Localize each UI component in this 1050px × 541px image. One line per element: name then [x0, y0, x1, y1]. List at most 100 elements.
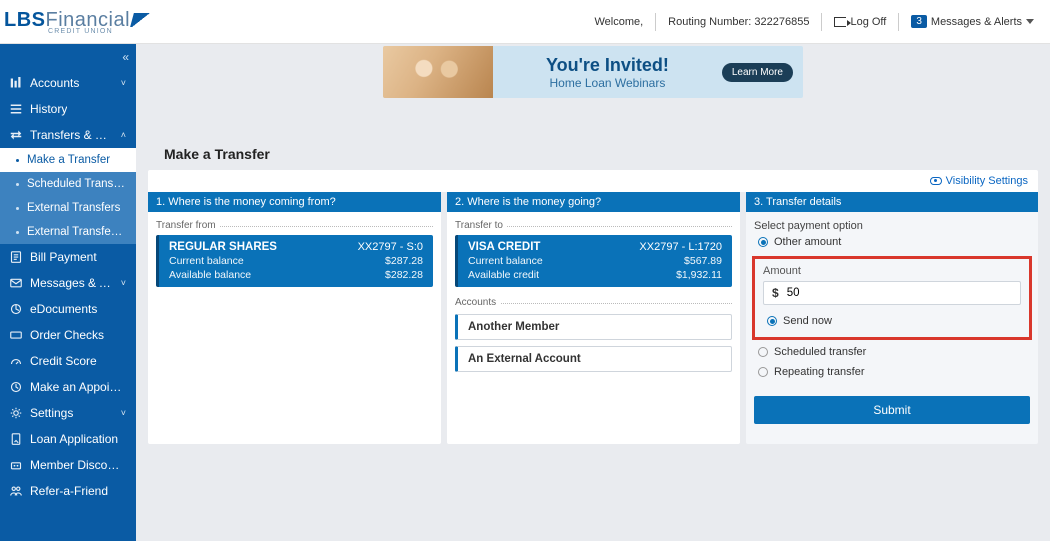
- transfer-to-panel: 2. Where is the money going? Transfer to…: [447, 192, 740, 444]
- amount-highlight-box: Amount $ Send now: [752, 256, 1032, 340]
- panel-header: 1. Where is the money coming from?: [148, 192, 441, 212]
- external-account-option[interactable]: An External Account: [455, 346, 732, 372]
- sidebar-item-make-a-transfer[interactable]: Make a Transfer: [0, 148, 136, 172]
- logoff-button[interactable]: Log Off: [834, 16, 886, 28]
- order-checks-icon: [10, 329, 22, 341]
- sidebar-item-label: Make an Appointment: [30, 380, 126, 394]
- sidebar-item-label: Credit Score: [30, 354, 97, 368]
- sidebar-item-label: Accounts: [30, 76, 79, 90]
- sidebar-item-label: External Transfer Activity: [27, 226, 126, 238]
- logoff-label: Log Off: [850, 16, 886, 28]
- scheduled-transfer-radio[interactable]: Scheduled transfer: [758, 346, 1030, 358]
- main-content: You're Invited! Home Loan Webinars Learn…: [136, 44, 1050, 541]
- sidebar-item-history[interactable]: History: [0, 96, 136, 122]
- sidebar-item-order-checks[interactable]: Order Checks: [0, 322, 136, 348]
- make-an-appointment-icon: [10, 381, 22, 393]
- radio-label: Scheduled transfer: [774, 346, 866, 358]
- other-amount-radio[interactable]: Other amount: [758, 236, 1030, 248]
- divider: [821, 13, 822, 31]
- radio-label: Other amount: [774, 236, 841, 248]
- another-member-option[interactable]: Another Member: [455, 314, 732, 340]
- amount-label: Amount: [763, 265, 1021, 277]
- sidebar-item-label: Order Checks: [30, 328, 104, 342]
- sidebar-item-member-discounts[interactable]: Member Discounts: [0, 452, 136, 478]
- balance-value: $567.89: [684, 255, 722, 267]
- sidebar-item-label: eDocuments: [30, 302, 97, 316]
- credit-value: $1,932.11: [676, 269, 722, 281]
- sidebar-item-edocuments[interactable]: eDocuments: [0, 296, 136, 322]
- sidebar-item-transfers-payments[interactable]: Transfers & Payments˄: [0, 122, 136, 148]
- bullet-icon: [16, 159, 19, 162]
- bullet-icon: [16, 207, 19, 210]
- sidebar-item-messages-alerts[interactable]: Messages & Alerts˅: [0, 270, 136, 296]
- message-count-badge: 3: [911, 15, 927, 28]
- radio-icon: [767, 316, 777, 326]
- learn-more-button[interactable]: Learn More: [722, 63, 793, 82]
- balance-label: Current balance: [468, 255, 543, 267]
- chevron-icon: ˄: [121, 130, 126, 140]
- sidebar-item-external-transfers[interactable]: External Transfers: [0, 196, 136, 220]
- sidebar: « Accounts˅ History Transfers & Payments˄ M…: [0, 44, 136, 541]
- sidebar-item-refer-a-friend[interactable]: Refer-a-Friend: [0, 478, 136, 504]
- radio-icon: [758, 237, 768, 247]
- sidebar-nav: Accounts˅ History Transfers & Payments˄ Mak…: [0, 70, 136, 504]
- logout-icon: [834, 17, 846, 27]
- sidebar-item-label: Member Discounts: [30, 458, 126, 472]
- amount-input-group[interactable]: $: [763, 281, 1021, 305]
- account-tag: XX2797 - L:1720: [639, 241, 722, 253]
- send-now-radio[interactable]: Send now: [767, 315, 1021, 327]
- from-account-card[interactable]: REGULAR SHARES XX2797 - S:0 Current bala…: [156, 235, 433, 287]
- transfer-from-panel: 1. Where is the money coming from? Trans…: [148, 192, 441, 444]
- loan-application-icon: [10, 433, 22, 445]
- sidebar-item-scheduled-transfers[interactable]: Scheduled Transfers: [0, 172, 136, 196]
- eye-icon: [930, 177, 942, 185]
- messages-label: Messages & Alerts: [931, 16, 1022, 28]
- sidebar-item-make-an-appointment[interactable]: Make an Appointment: [0, 374, 136, 400]
- available-value: $282.28: [385, 269, 423, 281]
- page-title: Make a Transfer: [164, 146, 1050, 162]
- radio-label: Send now: [783, 315, 832, 327]
- fieldset-label: Transfer to: [455, 220, 732, 231]
- radio-icon: [758, 347, 768, 357]
- sidebar-item-credit-score[interactable]: Credit Score: [0, 348, 136, 374]
- logo-subtitle: CREDIT UNION: [48, 28, 150, 35]
- to-account-card[interactable]: VISA CREDIT XX2797 - L:1720 Current bala…: [455, 235, 732, 287]
- sidebar-item-label: History: [30, 102, 67, 116]
- sidebar-item-loan-application[interactable]: Loan Application: [0, 426, 136, 452]
- amount-input[interactable]: [787, 287, 1020, 299]
- logo[interactable]: LBSFinancial CREDIT UNION: [4, 9, 150, 35]
- sidebar-item-label: Scheduled Transfers: [27, 178, 126, 190]
- fieldset-label: Transfer from: [156, 220, 433, 231]
- account-tag: XX2797 - S:0: [358, 241, 423, 253]
- sidebar-item-label: Loan Application: [30, 432, 118, 446]
- sidebar-item-accounts[interactable]: Accounts˅: [0, 70, 136, 96]
- sidebar-item-settings[interactable]: Settings˅: [0, 400, 136, 426]
- banner-subtitle: Home Loan Webinars: [550, 76, 666, 90]
- chevron-down-icon: [1026, 19, 1034, 24]
- promo-banner[interactable]: You're Invited! Home Loan Webinars Learn…: [383, 46, 803, 98]
- currency-symbol: $: [764, 286, 787, 300]
- messages-alerts-link[interactable]: 3 Messages & Alerts: [911, 15, 1034, 28]
- sidebar-collapse-button[interactable]: «: [0, 44, 136, 70]
- radio-icon: [758, 367, 768, 377]
- sidebar-item-bill-payment[interactable]: Bill Payment: [0, 244, 136, 270]
- panel-header: 3. Transfer details: [746, 192, 1038, 212]
- bullet-icon: [16, 183, 19, 186]
- submit-button[interactable]: Submit: [754, 396, 1030, 424]
- panel-header: 2. Where is the money going?: [447, 192, 740, 212]
- sidebar-item-label: Make a Transfer: [27, 154, 110, 166]
- sidebar-item-external-transfer-activity[interactable]: External Transfer Activity: [0, 220, 136, 244]
- credit-score-icon: [10, 355, 22, 367]
- fieldset-label: Accounts: [455, 297, 732, 308]
- visibility-settings-link[interactable]: Visibility Settings: [930, 175, 1028, 187]
- sidebar-item-label: Messages & Alerts: [30, 276, 113, 290]
- logo-flag-icon: [130, 13, 152, 27]
- sidebar-item-label: External Transfers: [27, 202, 120, 214]
- sidebar-item-label: Bill Payment: [30, 250, 97, 264]
- settings-icon: [10, 407, 22, 419]
- history-icon: [10, 103, 22, 115]
- transfers-payments-icon: [10, 129, 22, 141]
- repeating-transfer-radio[interactable]: Repeating transfer: [758, 366, 1030, 378]
- credit-label: Available credit: [468, 269, 539, 281]
- refer-a-friend-icon: [10, 485, 22, 497]
